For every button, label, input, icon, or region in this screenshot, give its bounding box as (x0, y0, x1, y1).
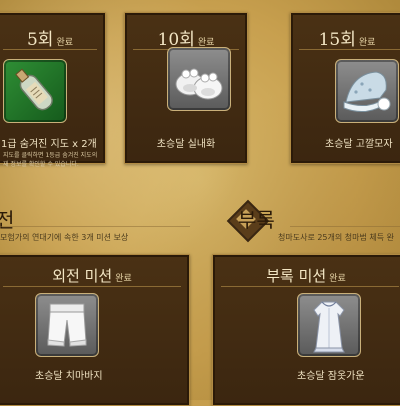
slippers-icon (175, 68, 223, 100)
reward-status: 완료 (358, 38, 376, 48)
header-rule (221, 286, 399, 287)
reward-item-name: 1급 숨겨진 지도 x 2개 (1, 139, 97, 150)
nightcap-icon (343, 71, 391, 112)
mission-card-side: 외전 미션 완료 초승달 치마바지 (0, 254, 190, 406)
mission-status: 완료 (329, 274, 346, 284)
reward-card-15: 15회 완료 초승달 고깔모자 (290, 12, 400, 164)
reward-item-name: 초승달 실내화 (156, 139, 216, 150)
section-title-left: 전 (0, 208, 15, 232)
section-subtitle-left: 모험가의 연대기에 속한 3개 미션 보상 (0, 233, 129, 242)
mission-status: 완료 (115, 274, 132, 284)
reward-status: 완료 (56, 38, 74, 48)
reward-note-line-2: 재 정보를 확인할 수 있습니다. (3, 161, 79, 168)
header-rule (3, 286, 181, 287)
pantaloons-icon (47, 303, 87, 347)
mission-item-slot[interactable] (297, 293, 361, 357)
reward-header: 5회 완료 (0, 25, 105, 50)
nightgown-icon (313, 301, 345, 353)
mission-title: 외전 미션 (52, 267, 113, 285)
section-title-right: 부록 (238, 208, 275, 232)
reward-card-5: 5회 완료 1급 숨겨진 지도 x 2개 지도를 클릭하면 1등급 숨겨진 지도의… (0, 12, 106, 168)
reward-card-10: 10회 완료 초승달 실내화 (124, 12, 248, 164)
mission-header: 외전 미션 완료 (0, 265, 189, 286)
mission-card-appendix: 부록 미션 완료 초승달 잠옷가운 (212, 254, 400, 406)
reward-item-slot[interactable] (3, 59, 67, 123)
mission-header: 부록 미션 완료 (213, 265, 399, 286)
section-subtitle-right: 청마도사로 25개의 청마법 체득 완 (278, 233, 395, 242)
reward-item-slot[interactable] (335, 59, 399, 123)
reward-item-slot[interactable] (167, 47, 231, 111)
section-divider-right (290, 226, 400, 227)
header-rule (3, 49, 97, 50)
header-rule (299, 49, 400, 50)
mission-title: 부록 미션 (266, 267, 327, 285)
reward-count: 5회 (26, 30, 54, 50)
mission-item-name: 초승달 잠옷가운 (297, 371, 365, 382)
reward-header: 15회 완료 (291, 25, 400, 50)
message-bottle-icon (15, 68, 53, 111)
reward-count: 15회 (318, 30, 356, 50)
mission-item-name: 초승달 치마바지 (35, 371, 103, 382)
section-divider-left (0, 226, 190, 227)
reward-item-name: 초승달 고깔모자 (325, 139, 393, 150)
mission-item-slot[interactable] (35, 293, 99, 357)
